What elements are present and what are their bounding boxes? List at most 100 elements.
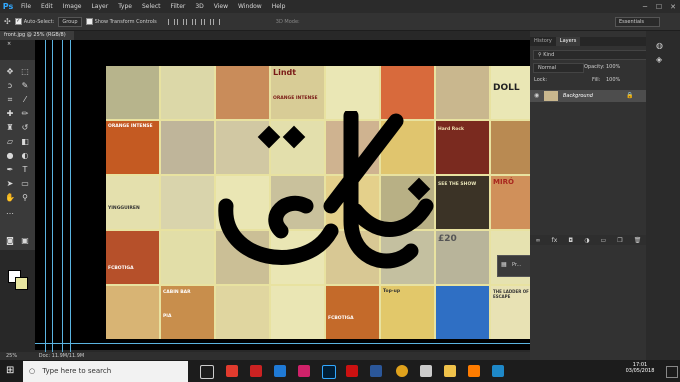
taskbar-search[interactable]: ○ Type here to search: [23, 361, 188, 382]
dodge-tool-icon[interactable]: ◐: [19, 150, 31, 162]
illustrator-icon[interactable]: [468, 365, 480, 377]
adjustment-layer-icon[interactable]: ◑: [584, 237, 589, 244]
tile-label: DOLL: [493, 83, 520, 93]
marquee-tool-icon[interactable]: ⬚: [19, 66, 31, 78]
file-explorer-icon[interactable]: [444, 365, 456, 377]
lock-icon: 🔒: [626, 92, 634, 99]
indesign-icon[interactable]: [298, 365, 310, 377]
hand-tool-icon[interactable]: ✋: [4, 192, 16, 204]
opacity-label: Opacity:: [584, 64, 605, 70]
menu-help[interactable]: Help: [272, 3, 286, 10]
quick-mask-icon[interactable]: ◙: [4, 235, 16, 247]
menu-image[interactable]: Image: [63, 3, 82, 10]
zoom-level[interactable]: 25%: [6, 353, 17, 359]
eraser-tool-icon[interactable]: ▱: [4, 136, 16, 148]
guide-line: [62, 40, 63, 352]
new-layer-icon[interactable]: ❐: [617, 237, 622, 244]
history-brush-icon[interactable]: ↺: [19, 122, 31, 134]
menu-view[interactable]: View: [214, 3, 228, 10]
word-icon[interactable]: [370, 365, 382, 377]
delete-layer-icon[interactable]: 🗑: [634, 237, 642, 244]
blend-mode-dropdown[interactable]: Normal: [533, 63, 584, 73]
show-transform-label: Show Transform Controls: [94, 18, 157, 25]
menu-filter[interactable]: Filter: [171, 3, 186, 10]
edge-icon[interactable]: [274, 365, 286, 377]
layer-filter-input[interactable]: ⚲ Kind: [533, 50, 649, 60]
mode-3d-label: 3D Mode:: [275, 18, 300, 25]
eyedropper-tool-icon[interactable]: ⁄: [19, 94, 31, 106]
menu-window[interactable]: Window: [238, 3, 262, 10]
tab-layers[interactable]: Layers: [555, 37, 581, 46]
crop-tool-icon[interactable]: ⌗: [4, 94, 16, 106]
menu-3d[interactable]: 3D: [195, 3, 203, 10]
maximize-button[interactable]: ☐: [652, 3, 666, 11]
collage-tile: FCBOTIGA: [106, 231, 159, 284]
show-transform-checkbox[interactable]: Show Transform Controls: [85, 18, 157, 25]
photoshop-logo-icon: Ps: [2, 2, 14, 11]
app-icon[interactable]: [346, 365, 358, 377]
add-mask-icon[interactable]: ◘: [568, 237, 573, 244]
menu-edit[interactable]: Edit: [41, 3, 53, 10]
workspace-dropdown[interactable]: Essentials: [615, 17, 660, 27]
link-layers-icon[interactable]: ∞: [536, 237, 541, 244]
zoom-tool-icon[interactable]: ⚲: [19, 192, 31, 204]
path-select-icon[interactable]: ➤: [4, 178, 16, 190]
document-image[interactable]: Lindt ORANGE INTENSE DOLL ORANGE INTENSE…: [106, 66, 543, 339]
lasso-tool-icon[interactable]: ↄ: [4, 80, 16, 92]
layer-name[interactable]: Background: [563, 93, 593, 99]
notifications-icon[interactable]: [666, 366, 678, 378]
close-tab-icon[interactable]: ×: [7, 41, 11, 47]
new-group-icon[interactable]: ▭: [601, 237, 607, 244]
close-button[interactable]: ✕: [666, 3, 680, 11]
align-buttons[interactable]: [167, 18, 221, 25]
collage-tile: [161, 176, 214, 229]
filezilla-icon[interactable]: [226, 365, 238, 377]
minimize-button[interactable]: ─: [638, 3, 652, 11]
color-panel-icon[interactable]: ◍: [656, 41, 663, 50]
layer-thumbnail: [544, 91, 558, 101]
fx-icon[interactable]: fx: [552, 237, 558, 244]
more-tools-icon[interactable]: …: [4, 206, 16, 218]
app-icon-blue[interactable]: [492, 365, 504, 377]
tile-label: PIA: [163, 314, 172, 319]
panel-tabs: History Layers: [530, 37, 647, 46]
clock[interactable]: 17:01 03/05/2018: [620, 362, 660, 374]
photoshop-taskbar-icon[interactable]: [322, 365, 336, 379]
type-tool-icon[interactable]: T: [19, 164, 31, 176]
menu-file[interactable]: File: [21, 3, 31, 10]
taskbar-search-placeholder: Type here to search: [42, 367, 112, 375]
screen-mode-icon[interactable]: ▣: [19, 235, 31, 247]
quick-select-tool-icon[interactable]: ✎: [19, 80, 31, 92]
healing-tool-icon[interactable]: ✚: [4, 108, 16, 120]
menu-select[interactable]: Select: [142, 3, 161, 10]
tools-panel: ✥ ⬚ ↄ ✎ ⌗ ⁄ ✚ ✏ ♜ ↺ ▱ ◧ ● ◐ ✒ T ➤ ▭ ✋ ⚲ …: [0, 60, 35, 290]
document-tab[interactable]: front.jpg @ 25% (RGB/8) ×: [0, 31, 74, 47]
collage-tile: YINGGUIREN: [106, 176, 159, 229]
fill-value[interactable]: 100%: [606, 77, 620, 83]
stamp-tool-icon[interactable]: ♜: [4, 122, 16, 134]
menu-type[interactable]: Type: [118, 3, 132, 10]
auto-select-dropdown[interactable]: Group: [58, 16, 82, 27]
chrome-icon[interactable]: [396, 365, 408, 377]
blur-tool-icon[interactable]: ●: [4, 150, 16, 162]
menu-layer[interactable]: Layer: [91, 3, 108, 10]
tab-history[interactable]: History: [530, 37, 556, 46]
opacity-value[interactable]: 100%: [606, 64, 620, 70]
shape-tool-icon[interactable]: ▭: [19, 178, 31, 190]
layer-row-background[interactable]: ◉ Background 🔒: [530, 90, 647, 102]
menu-bar: Ps File Edit Image Layer Type Select Fil…: [0, 0, 680, 13]
brush-tool-icon[interactable]: ✏: [19, 108, 31, 120]
windows-start-icon[interactable]: ⊞: [6, 365, 14, 376]
move-tool-icon[interactable]: ✥: [4, 66, 16, 78]
mail-icon[interactable]: [420, 365, 432, 377]
pen-tool-icon[interactable]: ✒: [4, 164, 16, 176]
visibility-eye-icon[interactable]: ◉: [534, 92, 539, 99]
background-color-swatch[interactable]: [15, 277, 28, 290]
move-tool-icon[interactable]: ✣: [4, 17, 11, 26]
acrobat-icon[interactable]: [250, 365, 262, 377]
task-view-icon[interactable]: [200, 365, 214, 379]
auto-select-checkbox[interactable]: ✓ Auto-Select:: [14, 18, 54, 25]
collage-tile: Top-up: [381, 286, 434, 339]
gradient-tool-icon[interactable]: ◧: [19, 136, 31, 148]
layers-panel-icon[interactable]: ◈: [656, 55, 662, 64]
